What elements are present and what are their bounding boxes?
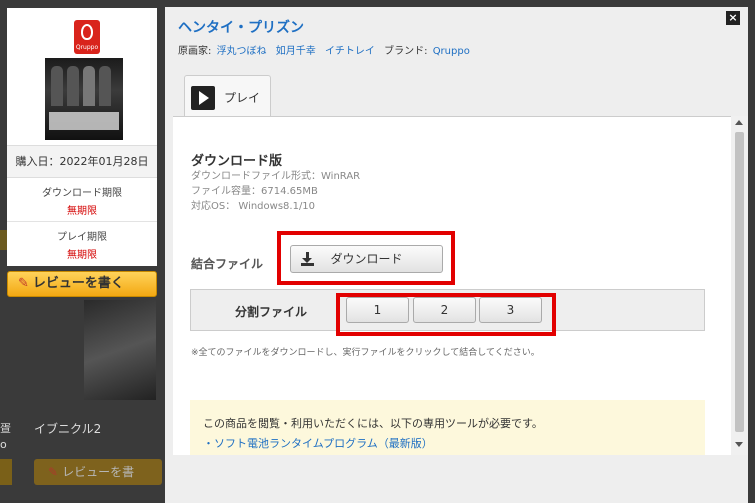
file-format: ダウンロードファイル形式：WinRAR bbox=[191, 171, 361, 182]
product-card: Qruppo 購入日：2022年01月28日 ダウンロード期限 無期限 プレイ期… bbox=[7, 8, 157, 266]
write-review-button[interactable]: ✎ レビューを書く bbox=[7, 271, 157, 297]
file-size: ファイル容量：6714.65MB bbox=[191, 186, 318, 197]
scroll-up-icon[interactable] bbox=[735, 120, 743, 125]
pencil-icon: ✎ bbox=[18, 276, 29, 291]
write-review-label: レビューを書く bbox=[32, 276, 124, 291]
required-tool-box: この商品を閲覧・利用いただくには、以下の専用ツールが必要です。 ・ソフト電池ラン… bbox=[190, 400, 705, 455]
illustrator-link[interactable]: イチトレイ bbox=[325, 46, 375, 57]
partial-text: o bbox=[0, 438, 7, 451]
combine-note: ※全てのファイルをダウンロードし、実行ファイルをクリックして結合してください。 bbox=[191, 348, 540, 358]
brand-link[interactable]: Qruppo bbox=[433, 46, 470, 57]
scroll-down-icon[interactable] bbox=[735, 442, 743, 447]
download-limit-value: 無期限 bbox=[67, 206, 97, 217]
play-icon bbox=[191, 86, 215, 110]
tab-play[interactable]: プレイ bbox=[184, 75, 271, 116]
required-tool-text: この商品を閲覧・利用いただくには、以下の専用ツールが必要です。 bbox=[203, 417, 543, 430]
highlight-box bbox=[277, 231, 455, 285]
next-item-title[interactable]: イブニクル2 bbox=[34, 420, 101, 437]
play-limit: プレイ期限 無期限 bbox=[7, 222, 157, 266]
write-review-button-2[interactable]: ✎ レビューを書 bbox=[34, 459, 162, 485]
play-limit-value: 無期限 bbox=[67, 250, 97, 261]
close-button[interactable]: × bbox=[726, 11, 740, 25]
background-stripe bbox=[0, 230, 7, 250]
cover-art bbox=[45, 58, 123, 140]
brand-logo: Qruppo bbox=[74, 20, 100, 54]
download-limit: ダウンロード期限 無期限 bbox=[7, 178, 157, 222]
download-limit-label: ダウンロード期限 bbox=[42, 188, 122, 199]
combined-file-label: 結合ファイル bbox=[191, 257, 264, 271]
play-limit-label: プレイ期限 bbox=[57, 232, 107, 243]
download-info: ダウンロードファイル形式：WinRAR ファイル容量：6714.65MB 対応O… bbox=[191, 169, 360, 214]
download-modal: × ヘンタイ・プリズン 原画家: 浮丸つぼね 如月千幸 イチトレイ ブランド: … bbox=[165, 7, 748, 503]
write-review-label-2: レビューを書 bbox=[62, 465, 135, 479]
scrollbar-thumb[interactable] bbox=[735, 132, 744, 432]
tab-play-label: プレイ bbox=[224, 91, 261, 105]
cover-figure bbox=[51, 66, 63, 106]
brand-logo-text: Qruppo bbox=[75, 44, 99, 51]
split-file-label: 分割ファイル bbox=[235, 305, 308, 319]
partial-button[interactable] bbox=[0, 459, 12, 485]
purchase-date: 購入日：2022年01月28日 bbox=[7, 145, 157, 177]
product-meta: 原画家: 浮丸つぼね 如月千幸 イチトレイ ブランド: Qruppo bbox=[178, 42, 476, 57]
supported-os: 対応OS： Windows8.1/10 bbox=[191, 201, 316, 212]
illustrator-link[interactable]: 浮丸つぼね bbox=[217, 46, 267, 57]
limit-box: ダウンロード期限 無期限 プレイ期限 無期限 bbox=[7, 177, 157, 266]
runtime-program-link[interactable]: ・ソフト電池ランタイムプログラム（最新版） bbox=[203, 435, 433, 451]
pencil-icon: ✎ bbox=[48, 465, 59, 479]
partial-text: 疍 bbox=[0, 422, 11, 435]
product-title[interactable]: ヘンタイ・プリズン bbox=[178, 17, 304, 37]
related-thumbnail[interactable] bbox=[84, 300, 156, 400]
highlight-box bbox=[336, 293, 556, 336]
illustrator-label: 原画家: bbox=[178, 46, 212, 57]
scrollbar[interactable] bbox=[731, 116, 748, 455]
illustrator-link[interactable]: 如月千幸 bbox=[276, 46, 316, 57]
download-title: ダウンロード版 bbox=[191, 154, 283, 169]
brand-label: ブランド: bbox=[384, 46, 428, 57]
brand-logo-mark bbox=[81, 24, 93, 40]
cover-figure bbox=[67, 66, 79, 106]
cover-title-logo bbox=[49, 112, 119, 130]
product-cover[interactable]: Qruppo bbox=[7, 8, 157, 145]
cover-figure bbox=[99, 66, 111, 106]
cover-figure bbox=[83, 66, 95, 106]
download-panel: ダウンロード版 ダウンロードファイル形式：WinRAR ファイル容量：6714.… bbox=[173, 116, 731, 455]
